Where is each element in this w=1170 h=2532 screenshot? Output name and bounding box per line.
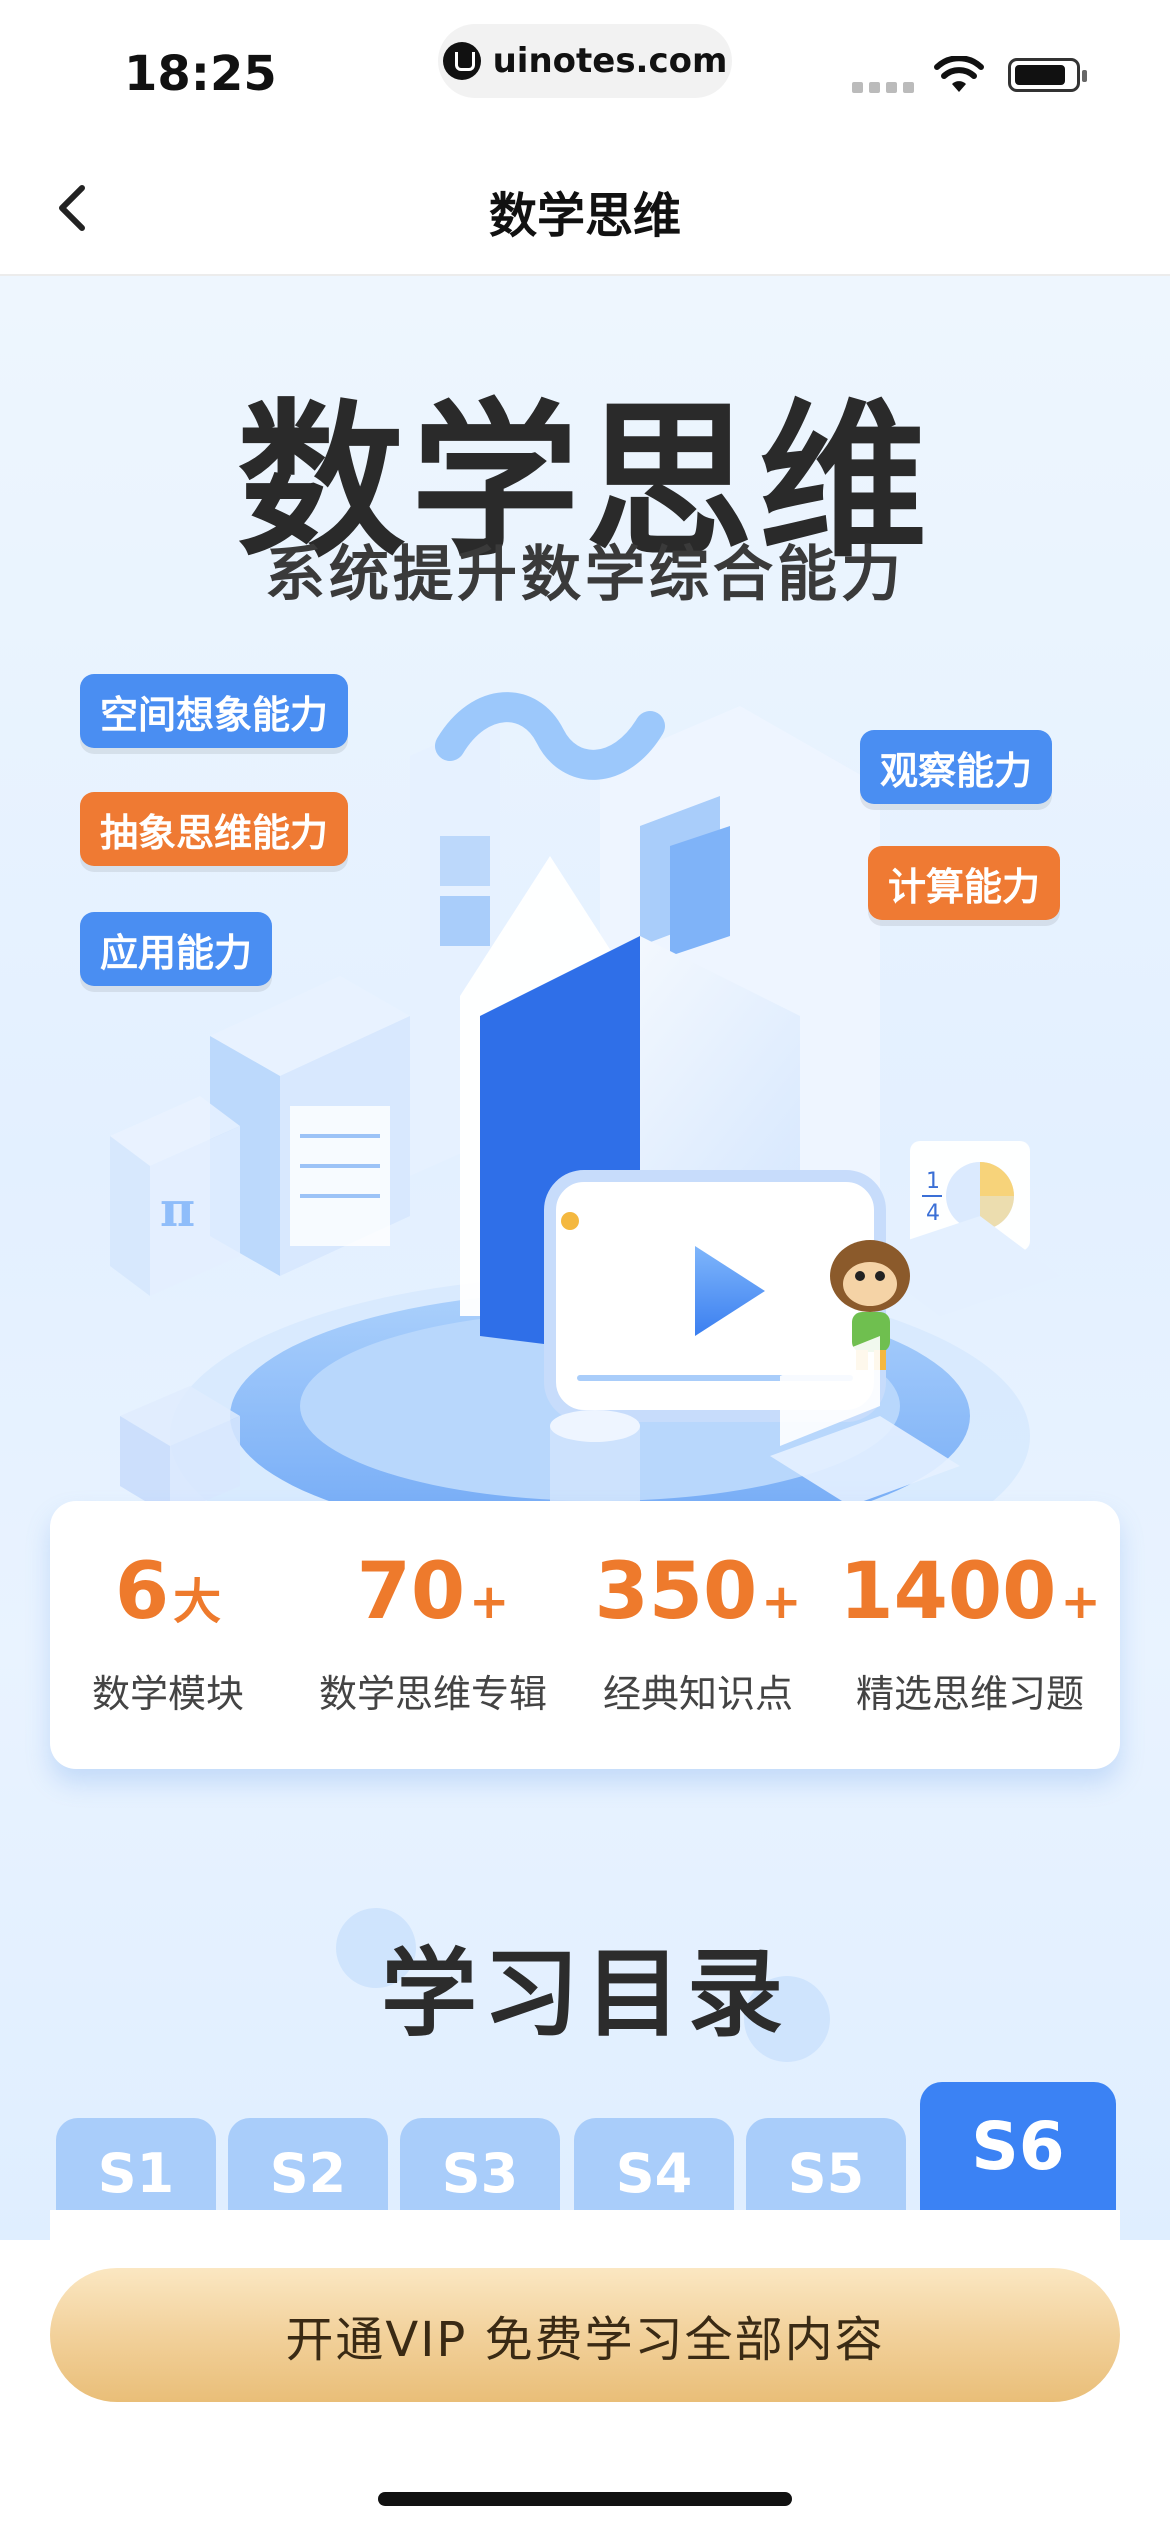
pi-symbol: π bbox=[160, 1182, 195, 1238]
tab-s6[interactable]: S6 bbox=[920, 2082, 1116, 2226]
stats-card: 6大 数学模块 70+ 数学思维专辑 350+ 经典知识点 1400+ 精选思维… bbox=[50, 1501, 1120, 1769]
main-content: 数学思维 系统提升数学综合能力 1 4 π 空间想象能力 抽象思维能力 应用能力… bbox=[0, 276, 1170, 2240]
fraction-denominator: 4 bbox=[926, 1201, 940, 1226]
stat-knowledge-points: 350+ 经典知识点 bbox=[594, 1547, 802, 1716]
battery-icon bbox=[1008, 58, 1087, 92]
tag-observation: 观察能力 bbox=[860, 730, 1053, 804]
status-bar: 18:25 uinotes.com bbox=[0, 0, 1170, 140]
stat-exercises: 1400+ 精选思维习题 bbox=[839, 1547, 1101, 1716]
open-vip-button[interactable]: 开通VIP 免费学习全部内容 bbox=[50, 2268, 1120, 2402]
catalog-panel bbox=[50, 2210, 1120, 2240]
cellular-signal-icon bbox=[852, 82, 914, 93]
tag-spatial-imagination: 空间想象能力 bbox=[80, 674, 349, 748]
url-pill[interactable]: uinotes.com bbox=[438, 24, 732, 98]
site-logo-icon bbox=[442, 42, 481, 80]
url-text: uinotes.com bbox=[492, 41, 728, 81]
stat-albums: 70+ 数学思维专辑 bbox=[318, 1547, 547, 1716]
tag-abstract-thinking: 抽象思维能力 bbox=[80, 792, 349, 866]
bottom-bar: 开通VIP 免费学习全部内容 bbox=[0, 2240, 1170, 2532]
tag-calculation: 计算能力 bbox=[868, 846, 1061, 920]
hero-subtitle: 系统提升数学综合能力 bbox=[265, 540, 905, 610]
nav-title: 数学思维 bbox=[488, 188, 681, 244]
status-time: 18:25 bbox=[124, 46, 277, 102]
tag-application: 应用能力 bbox=[80, 912, 273, 986]
stat-modules: 6大 数学模块 bbox=[91, 1547, 244, 1716]
home-indicator bbox=[378, 2492, 792, 2506]
fraction-numerator: 1 bbox=[926, 1169, 940, 1194]
nav-bar: 数学思维 bbox=[0, 140, 1170, 276]
catalog-title: 学习目录 bbox=[381, 1938, 789, 2050]
wifi-icon bbox=[934, 56, 984, 92]
